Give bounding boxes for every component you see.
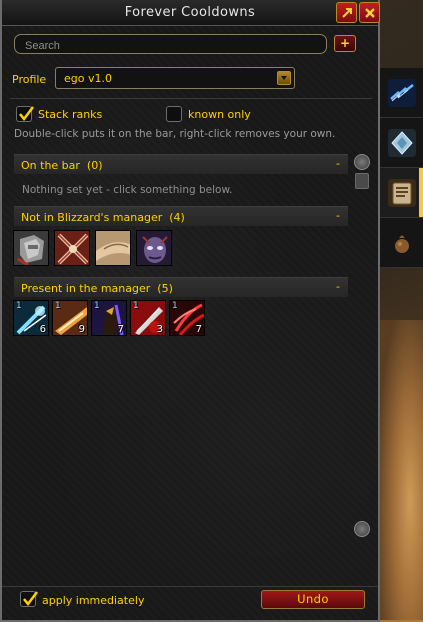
section-title-text: On the bar [21, 159, 80, 172]
shield-wall-icon[interactable] [13, 230, 49, 266]
crossed-axes-icon[interactable] [54, 230, 90, 266]
section-not-in-manager-title: Not in Blizzard's manager (4) [21, 211, 185, 224]
frost-strike-icon[interactable]: 1 6 [13, 300, 49, 336]
pouch-icon [387, 228, 416, 257]
scroll-book-icon [387, 178, 416, 207]
collapse-toggle[interactable]: - [336, 280, 340, 293]
divider [10, 98, 372, 99]
close-icon [364, 7, 375, 18]
search-row: + [14, 34, 359, 54]
charge-count: 3 [156, 324, 163, 335]
stack-ranks-label: Stack ranks [38, 108, 103, 121]
gauze-arm-icon[interactable] [95, 230, 131, 266]
section-in-manager-title: Present in the manager (5) [21, 282, 173, 295]
bloody-blade-icon[interactable]: 1 3 [130, 300, 166, 336]
scrollbar-thumb[interactable] [355, 173, 369, 189]
footer-divider [2, 586, 378, 587]
charge-count: 7 [195, 324, 202, 335]
known-only-checkbox[interactable] [166, 106, 182, 122]
side-tab-cooldowns[interactable] [380, 168, 423, 218]
side-tab-gems[interactable] [380, 118, 423, 168]
checkmark-icon [19, 106, 34, 122]
section-count: (0) [86, 159, 103, 172]
dropdown-arrow[interactable] [277, 71, 291, 85]
section-not-in-manager-header[interactable]: Not in Blizzard's manager (4) - [14, 206, 348, 226]
section-on-bar-header[interactable]: On the bar (0) - [14, 154, 348, 174]
profile-value: ego v1.0 [64, 72, 112, 85]
apply-immediately-checkbox[interactable] [20, 591, 38, 607]
scroll-up-button[interactable] [354, 154, 370, 170]
arrow-out-icon [341, 7, 352, 18]
game-scene: Forever Cooldowns + Profile ego v1.0 [0, 0, 423, 622]
cooldowns-window: Forever Cooldowns + Profile ego v1.0 [0, 0, 380, 622]
window-title: Forever Cooldowns [124, 5, 256, 20]
checkmark-icon [23, 591, 38, 607]
empty-bar-text: Nothing set yet - click something below. [22, 184, 233, 196]
side-tab-bags[interactable] [380, 218, 423, 268]
charge-count: 7 [117, 324, 124, 335]
not-in-manager-icons [13, 230, 172, 266]
red-claw-icon[interactable]: 1 7 [169, 300, 205, 336]
rank-number: 1 [133, 301, 139, 311]
rank-number: 1 [16, 301, 22, 311]
side-tab-strip [380, 68, 423, 268]
rank-number: 1 [55, 301, 61, 311]
rank-number: 1 [172, 301, 178, 311]
charge-count: 9 [78, 324, 85, 335]
add-button[interactable]: + [334, 35, 356, 52]
shadow-warrior-icon[interactable]: 1 7 [91, 300, 127, 336]
usage-hint: Double-click puts it on the bar, right-c… [14, 128, 336, 140]
close-button[interactable] [359, 2, 380, 23]
undo-button[interactable]: Undo [261, 590, 365, 609]
section-title-text: Not in Blizzard's manager [21, 211, 163, 224]
flame-slash-icon[interactable]: 1 9 [52, 300, 88, 336]
section-title-text: Present in the manager [21, 282, 151, 295]
in-manager-icons: 1 6 1 9 1 7 1 3 1 7 [13, 300, 205, 336]
collapse-toggle[interactable]: - [336, 157, 340, 170]
crystal-icon [387, 128, 416, 157]
charge-count: 6 [39, 324, 46, 335]
apply-immediately-label: apply immediately [42, 594, 145, 607]
demonic-face-icon[interactable] [136, 230, 172, 266]
chevron-down-icon [281, 76, 287, 80]
collapse-toggle[interactable]: - [336, 209, 340, 222]
rank-number: 1 [94, 301, 100, 311]
title-bar[interactable]: Forever Cooldowns [2, 0, 380, 26]
known-only-label: known only [188, 108, 251, 121]
profile-dropdown[interactable]: ego v1.0 [55, 67, 295, 89]
popout-button[interactable] [336, 2, 357, 23]
search-input[interactable] [14, 34, 327, 54]
section-on-bar-title: On the bar (0) [21, 159, 103, 172]
section-count: (5) [157, 282, 173, 295]
profile-label: Profile [12, 73, 47, 86]
section-in-manager-header[interactable]: Present in the manager (5) - [14, 277, 348, 297]
scroll-down-button[interactable] [354, 521, 370, 537]
section-count: (4) [169, 211, 185, 224]
side-tab-spells[interactable] [380, 68, 423, 118]
stack-ranks-checkbox[interactable] [16, 106, 34, 122]
lightning-icon [387, 78, 416, 107]
